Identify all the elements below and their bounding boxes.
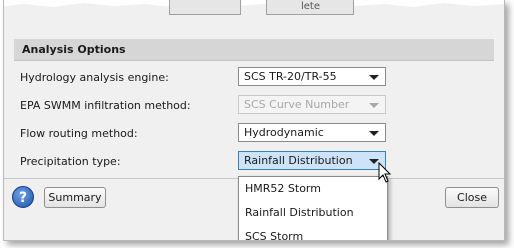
dropdown-option-label: Rainfall Distribution [245, 206, 354, 219]
precipitation-type-label: Precipitation type: [20, 155, 121, 168]
mouse-cursor-icon [378, 162, 392, 183]
section-header: Analysis Options [14, 39, 494, 61]
dropdown-option-label: HMR52 Storm [245, 182, 321, 195]
summary-button[interactable]: Summary [44, 187, 106, 208]
hydrology-engine-value: SCS TR-20/TR-55 [244, 70, 337, 83]
chevron-down-icon [369, 103, 379, 108]
infiltration-method-label: EPA SWMM infiltration method: [20, 99, 191, 112]
precipitation-type-select[interactable]: Rainfall Distribution [238, 151, 386, 170]
flow-routing-value: Hydrodynamic [244, 126, 324, 139]
analysis-options-dialog: lete Analysis Options Hydrology analysis… [3, 0, 505, 241]
torn-edge [4, 0, 504, 7]
dropdown-option[interactable]: Rainfall Distribution [239, 201, 387, 223]
flow-routing-label: Flow routing method: [20, 127, 138, 140]
precipitation-type-value: Rainfall Distribution [244, 154, 353, 167]
tab-fragment-label: lete [301, 1, 321, 12]
chevron-down-icon [369, 131, 379, 136]
dropdown-option[interactable]: SCS Storm [239, 225, 387, 241]
flow-routing-select[interactable]: Hydrodynamic [238, 123, 386, 142]
chevron-down-icon [369, 75, 379, 80]
hydrology-engine-select[interactable]: SCS TR-20/TR-55 [238, 67, 386, 86]
section-title: Analysis Options [22, 43, 126, 56]
dropdown-option[interactable]: HMR52 Storm [239, 177, 387, 199]
infiltration-method-select: SCS Curve Number [238, 95, 386, 114]
close-button[interactable]: Close [445, 187, 499, 208]
precipitation-type-dropdown-list: HMR52 Storm Rainfall Distribution SCS St… [238, 176, 388, 241]
infiltration-method-value: SCS Curve Number [244, 98, 350, 111]
dropdown-option-label: SCS Storm [245, 230, 304, 241]
hydrology-engine-label: Hydrology analysis engine: [20, 71, 169, 84]
tab-fragment-delete[interactable]: lete [266, 0, 354, 15]
tab-fragment-left[interactable] [169, 0, 241, 15]
help-icon[interactable]: ? [12, 186, 34, 208]
